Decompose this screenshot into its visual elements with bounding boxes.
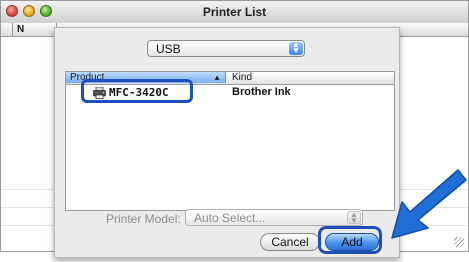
window-title: Printer List xyxy=(202,5,267,19)
bg-column-name[interactable]: N xyxy=(13,23,57,36)
title-bar: Printer List xyxy=(1,1,468,24)
connection-type-popup[interactable]: USB ▲ ▼ xyxy=(147,40,305,57)
column-header-kind[interactable]: Kind xyxy=(226,72,396,83)
printer-model-label: Printer Model: xyxy=(106,212,181,226)
row-kind: Brother Ink xyxy=(232,86,291,98)
popup-arrows-icon: ▲ ▼ xyxy=(289,41,303,55)
popup-arrows-icon: ▲ ▼ xyxy=(347,211,361,225)
add-button-highlight-outline xyxy=(318,226,382,254)
product-highlight-outline xyxy=(81,79,193,103)
connection-type-value: USB xyxy=(156,42,181,56)
sort-ascending-icon: ▲ xyxy=(213,73,221,82)
cancel-button[interactable]: Cancel xyxy=(260,233,320,251)
arrow-pointer-icon xyxy=(391,169,467,239)
printer-model-popup[interactable]: Auto Select... ▲ ▼ xyxy=(185,209,363,226)
add-printer-sheet: USB ▲ ▼ Product ▲ Kind MFC-3420C Brother … xyxy=(54,27,400,258)
bg-column-status[interactable] xyxy=(1,23,13,36)
printer-model-value: Auto Select... xyxy=(194,211,266,225)
